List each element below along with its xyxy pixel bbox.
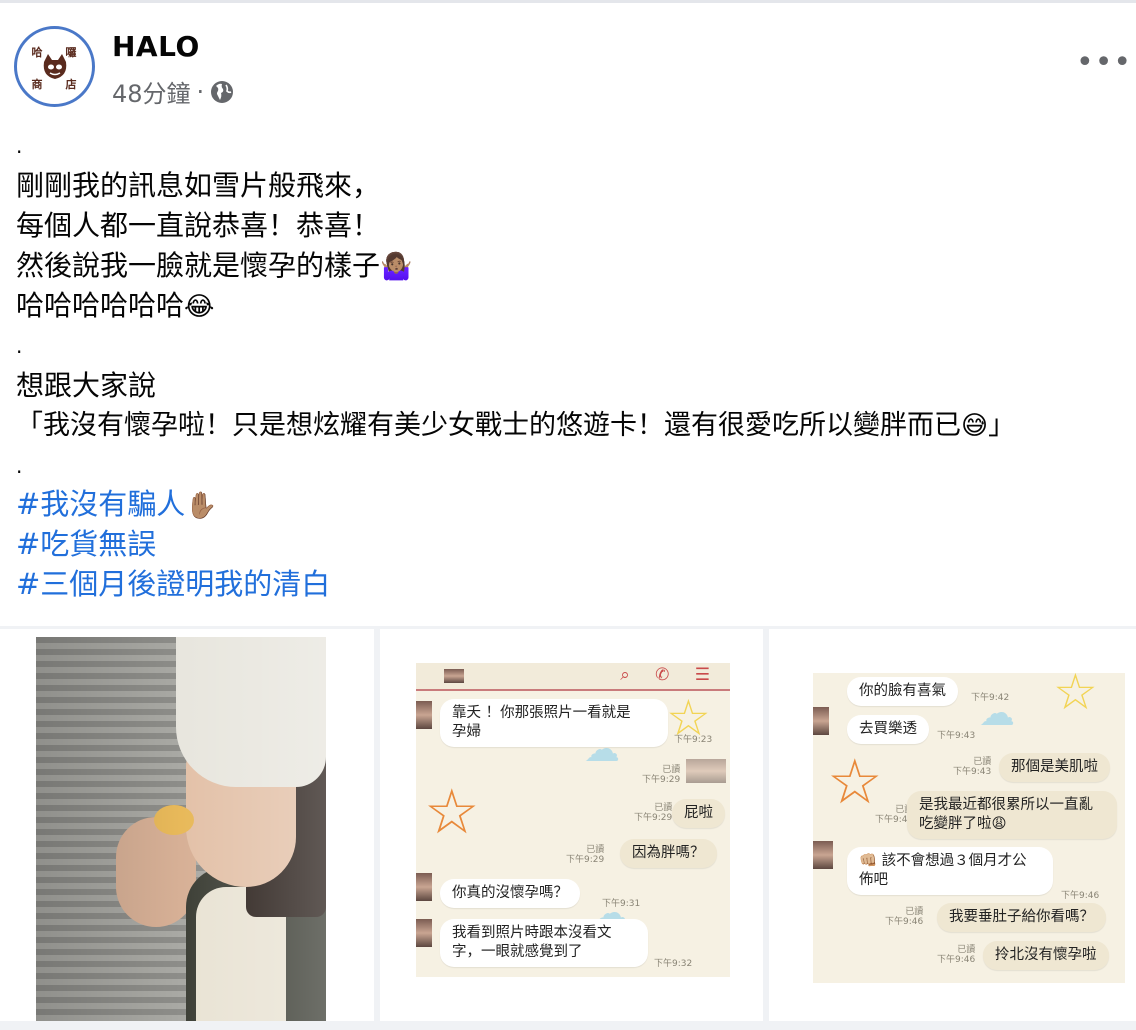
raised-hand-emoji-icon: ✋🏽 bbox=[185, 491, 218, 521]
post-line: . bbox=[16, 334, 23, 358]
top-divider bbox=[0, 0, 1136, 3]
post-line: 想跟大家說 bbox=[16, 369, 157, 402]
post-time[interactable]: 48分鐘 bbox=[112, 74, 191, 109]
post-meta: 48分鐘 · bbox=[112, 74, 234, 109]
cat-logo-icon: 哈 囉 商 店 bbox=[21, 33, 88, 100]
chat-bubble: 因為胖嗎？ bbox=[620, 839, 717, 868]
chat-bubble: 我看到照片時跟本沒看文 字，一眼就感覺到了 bbox=[440, 919, 648, 967]
star-sticker-icon: ☆ bbox=[1053, 673, 1098, 721]
chat-bubble: 那個是美肌啦 bbox=[999, 753, 1110, 782]
blurred-avatar bbox=[416, 919, 432, 947]
photo-1[interactable] bbox=[0, 629, 374, 1021]
blurred-avatar bbox=[416, 873, 432, 901]
chat-bubble: 屁啦 bbox=[672, 799, 725, 828]
chat-bubble: 是我最近都很累所以一直亂 吃變胖了啦😩 bbox=[907, 791, 1117, 839]
chat-screenshot: ☆ ☆ ☁ 你的臉有喜氣 下午9:42 去買樂透 下午9:43 已讀 下午9:43… bbox=[813, 673, 1125, 983]
chat-bubble: 去買樂透 bbox=[847, 715, 929, 744]
post-body: . 剛剛我的訊息如雪片般飛來， 每個人都一直說恭喜！恭喜！ 然後說我一臉就是懷孕… bbox=[16, 126, 1126, 486]
star-sticker-icon: ☆ bbox=[827, 745, 883, 818]
chat-bubble: 拎北沒有懷孕啦 bbox=[983, 941, 1109, 970]
post-line: 哈哈哈哈哈哈😂 bbox=[16, 289, 215, 322]
chat-screenshot: ⌕ ✆ ☰ ☆ ☆ ☁ ☁ 靠夭 ！你那張照片一看就是 孕婦 下午9:23 已讀… bbox=[416, 663, 730, 977]
hashtag-link[interactable]: #我沒有騙人✋🏽 bbox=[16, 484, 330, 524]
meta-separator: · bbox=[196, 77, 205, 106]
post-line: . bbox=[16, 134, 23, 158]
post-line: 「我沒有懷孕啦！只是想炫耀有美少女戰士的悠遊卡！還有很愛吃所以變胖而已😅」 bbox=[16, 410, 1016, 441]
post-line: 然後說我一臉就是懷孕的樣子🤷🏽‍♀️ bbox=[16, 249, 413, 282]
chat-bubble: 靠夭 ！你那張照片一看就是 孕婦 bbox=[440, 699, 668, 747]
tears-of-joy-emoji-icon: 😂 bbox=[184, 292, 215, 322]
chat-bubble: 我要垂肚子給你看嗎？ bbox=[937, 903, 1106, 932]
post-line: . bbox=[16, 454, 23, 478]
chat-bubble: 你真的沒懷孕嗎？ bbox=[440, 879, 580, 908]
shrug-emoji-icon: 🤷🏽‍♀️ bbox=[380, 252, 413, 282]
sweat-smile-emoji-icon: 😅 bbox=[961, 411, 989, 441]
post-author[interactable]: HALO bbox=[112, 30, 200, 63]
woman-eating-photo bbox=[36, 637, 326, 1021]
page-avatar[interactable]: 哈 囉 商 店 bbox=[14, 26, 95, 107]
star-sticker-icon: ☆ bbox=[424, 775, 480, 848]
globe-icon bbox=[211, 80, 234, 103]
blurred-avatar bbox=[813, 841, 833, 869]
photo-grid: ⌕ ✆ ☰ ☆ ☆ ☁ ☁ 靠夭 ！你那張照片一看就是 孕婦 下午9:23 已讀… bbox=[0, 626, 1136, 1030]
photo-2[interactable]: ⌕ ✆ ☰ ☆ ☆ ☁ ☁ 靠夭 ！你那張照片一看就是 孕婦 下午9:23 已讀… bbox=[380, 629, 763, 1021]
post-line: 每個人都一直說恭喜！恭喜！ bbox=[16, 209, 381, 242]
more-options-icon[interactable]: ••• bbox=[1076, 48, 1132, 78]
chat-bubble: 你的臉有喜氣 bbox=[847, 677, 958, 706]
blurred-avatar bbox=[813, 707, 829, 735]
blurred-avatar bbox=[416, 701, 432, 729]
post-line: 剛剛我的訊息如雪片般飛來， bbox=[16, 169, 381, 202]
hashtag-list: #我沒有騙人✋🏽 #吃貨無誤 #三個月後證明我的清白 bbox=[16, 484, 330, 604]
chat-header: ⌕ ✆ ☰ bbox=[416, 663, 730, 691]
hashtag-link[interactable]: #三個月後證明我的清白 bbox=[16, 564, 330, 604]
photo-3[interactable]: ☆ ☆ ☁ 你的臉有喜氣 下午9:42 去買樂透 下午9:43 已讀 下午9:43… bbox=[769, 629, 1136, 1021]
hashtag-link[interactable]: #吃貨無誤 bbox=[16, 524, 330, 564]
chat-header-icons: ⌕ ✆ ☰ bbox=[620, 665, 720, 685]
chat-bubble: 👊🏼 該不會想過３個月才公 佈吧 bbox=[847, 847, 1053, 895]
